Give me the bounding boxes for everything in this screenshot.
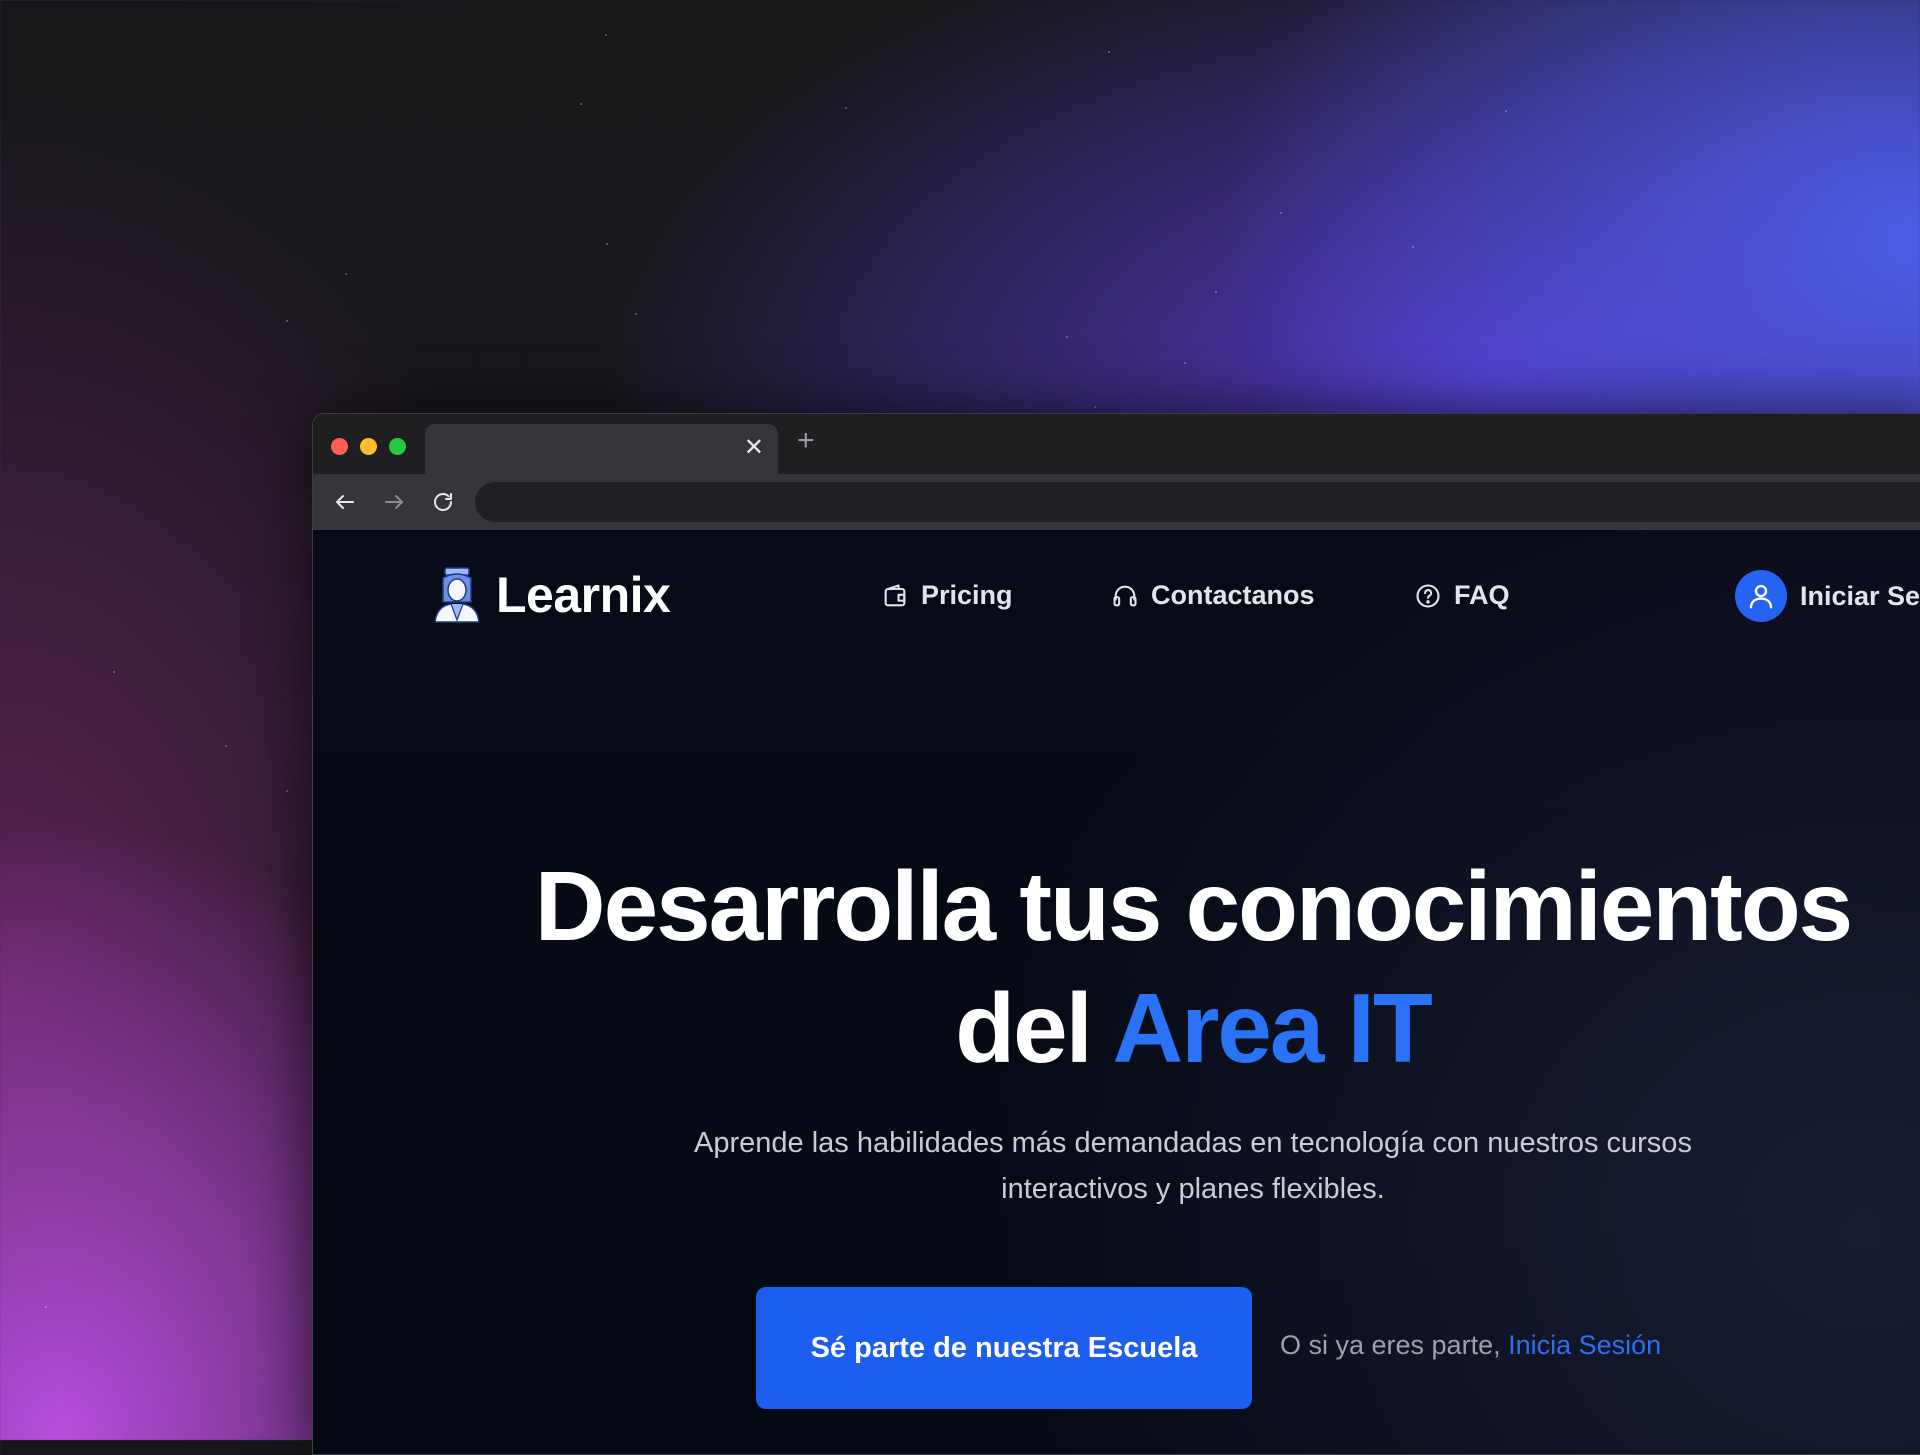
star: [345, 273, 347, 275]
new-tab-button[interactable]: +: [797, 426, 815, 456]
star: [1066, 336, 1068, 338]
user-icon: [1735, 570, 1787, 622]
star: [1505, 110, 1507, 112]
star: [45, 1306, 47, 1308]
close-window-button[interactable]: [331, 438, 348, 455]
web-page: Learnix Pricing Contactanos FAQ Iniciar …: [313, 530, 1920, 1454]
help-circle-icon: [1416, 583, 1440, 608]
nav-faq-label: FAQ: [1454, 580, 1510, 610]
sign-in-link[interactable]: Inicia Sesión: [1508, 1330, 1661, 1360]
hero-subtitle: Aprende las habilidades más demandadas e…: [694, 1127, 1692, 1205]
address-bar[interactable]: [475, 482, 1920, 522]
login-label: Iniciar Sesión: [1800, 580, 1920, 611]
student-graduate-icon: [434, 567, 480, 623]
brand-logo[interactable]: Learnix: [433, 566, 671, 624]
hero-title-prefix: del: [955, 973, 1113, 1083]
star: [1108, 51, 1110, 53]
nav-pricing-label: Pricing: [921, 580, 1013, 610]
existing-member-text: O si ya eres parte, Inicia Sesión: [1280, 1330, 1661, 1361]
star: [605, 34, 607, 36]
star: [225, 745, 227, 747]
star: [580, 103, 582, 105]
brand-name: Learnix: [496, 567, 671, 623]
minimize-window-button[interactable]: [360, 438, 377, 455]
maximize-window-button[interactable]: [389, 438, 406, 455]
star: [1215, 291, 1217, 293]
star: [1184, 362, 1186, 364]
join-school-button[interactable]: Sé parte de nuestra Escuela: [756, 1287, 1252, 1409]
reload-icon[interactable]: [431, 490, 455, 514]
star: [635, 313, 637, 315]
star: [845, 107, 847, 109]
forward-arrow-icon[interactable]: [382, 490, 406, 514]
star: [1412, 246, 1414, 248]
star: [606, 243, 608, 245]
star: [1280, 212, 1282, 214]
nav-pricing-link[interactable]: Pricing: [881, 580, 1013, 611]
star: [286, 320, 288, 322]
hero-title-line-1: Desarrolla tus conocimientos: [534, 851, 1853, 961]
star: [286, 790, 288, 792]
login-button[interactable]: Iniciar Sesión: [1735, 570, 1920, 622]
browser-tab-active[interactable]: ✕: [425, 424, 778, 474]
headset-icon: [1113, 585, 1137, 606]
nav-faq-link[interactable]: FAQ: [1414, 580, 1510, 611]
nav-contact-label: Contactanos: [1151, 580, 1315, 610]
tab-close-icon[interactable]: ✕: [744, 436, 764, 460]
existing-member-prefix: O si ya eres parte,: [1280, 1330, 1509, 1360]
wallet-icon: [884, 583, 906, 606]
star: [113, 671, 115, 673]
star: [1094, 406, 1096, 408]
nav-contact-link[interactable]: Contactanos: [1111, 580, 1315, 611]
hero-title-line-2: del Area IT: [313, 968, 1920, 1088]
browser-tab-bar: ✕ +: [313, 414, 1920, 474]
hero-title-accent: Area IT: [1112, 973, 1432, 1083]
browser-toolbar: [313, 474, 1920, 530]
back-arrow-icon[interactable]: [333, 490, 357, 514]
browser-window: ✕ + Learnix Pricing Contactanos FAQ Inic…: [312, 413, 1920, 1455]
